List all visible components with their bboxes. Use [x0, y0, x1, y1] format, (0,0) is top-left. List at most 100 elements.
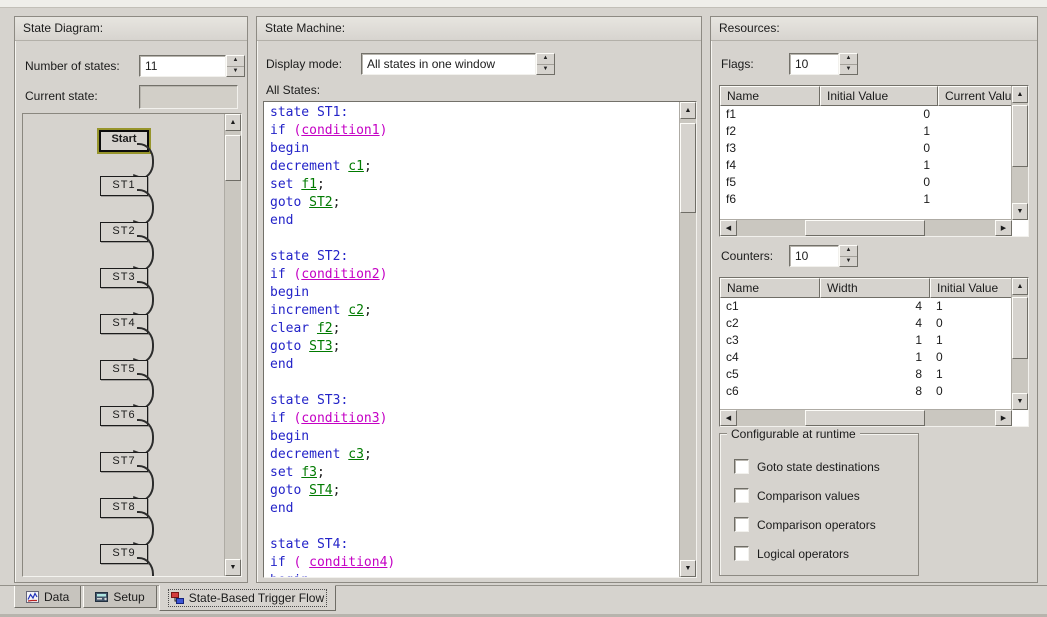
column-header-initial-value[interactable]: Initial Value: [820, 86, 938, 106]
spin-up-icon[interactable]: ▲: [227, 56, 244, 66]
goto-state-destinations-checkbox[interactable]: [734, 459, 749, 474]
scroll-track[interactable]: [737, 220, 995, 236]
table-row[interactable]: c141: [720, 298, 1012, 315]
all-states-row: All States:: [266, 81, 320, 99]
table-row[interactable]: f61: [720, 191, 1012, 208]
code-token: if: [270, 267, 293, 282]
logical-operators-checkbox[interactable]: [734, 546, 749, 561]
cell: 1: [820, 349, 930, 366]
table-row[interactable]: c240: [720, 315, 1012, 332]
comparison-operators-checkbox[interactable]: [734, 517, 749, 532]
checkbox-row-comparison-values[interactable]: Comparison values: [720, 481, 918, 510]
spin-down-icon[interactable]: ▼: [537, 64, 554, 75]
flags-table-hscrollbar[interactable]: ◀▶: [720, 219, 1012, 236]
cell: f6: [720, 191, 820, 208]
table-row[interactable]: f10: [720, 106, 1012, 123]
scroll-right-button[interactable]: ▶: [995, 220, 1012, 236]
counters-spinner[interactable]: 10 ▲▼: [789, 245, 858, 267]
spin-up-icon[interactable]: ▲: [537, 54, 554, 64]
display-mode-combo[interactable]: All states in one window ▲▼: [361, 53, 555, 75]
code-token: (: [293, 555, 309, 570]
table-row[interactable]: c581: [720, 366, 1012, 383]
scroll-up-button[interactable]: ▲: [225, 114, 241, 131]
code-token: ;: [333, 321, 341, 336]
tab-data[interactable]: Data: [14, 586, 81, 608]
flags-table-vscrollbar[interactable]: ▲▼: [1011, 86, 1028, 220]
spin-down-icon[interactable]: ▼: [840, 64, 857, 75]
scroll-right-button[interactable]: ▶: [995, 410, 1012, 426]
display-mode-dropdown-buttons[interactable]: ▲▼: [536, 53, 555, 75]
number-of-states-value[interactable]: 11: [139, 55, 226, 77]
flags-value[interactable]: 10: [789, 53, 839, 75]
column-header-width[interactable]: Width: [820, 278, 930, 298]
scroll-thumb[interactable]: [805, 220, 925, 236]
scroll-down-button[interactable]: ▼: [225, 559, 241, 576]
scroll-track[interactable]: [225, 131, 241, 559]
cell: [938, 157, 1012, 174]
scroll-thumb[interactable]: [1012, 297, 1028, 359]
runtime-checkbox-list: Goto state destinations Comparison values…: [720, 452, 918, 568]
scroll-thumb[interactable]: [680, 123, 696, 213]
number-of-states-spinner[interactable]: 11 ▲▼: [139, 55, 245, 77]
code-line: begin: [270, 428, 680, 446]
column-header-name[interactable]: Name: [720, 278, 820, 298]
counters-spin-buttons[interactable]: ▲▼: [839, 245, 858, 267]
state-diagram-scrollbar[interactable]: ▲▼: [224, 114, 241, 576]
scroll-up-button[interactable]: ▲: [1012, 86, 1028, 103]
checkbox-row-logical-operators[interactable]: Logical operators: [720, 539, 918, 568]
cell: 1: [820, 332, 930, 349]
spin-down-icon[interactable]: ▼: [840, 256, 857, 267]
table-row[interactable]: f41: [720, 157, 1012, 174]
counters-value[interactable]: 10: [789, 245, 839, 267]
counters-table-hscrollbar[interactable]: ◀▶: [720, 409, 1012, 426]
state-machine-code[interactable]: state ST1:if (condition1)begindecrement …: [264, 102, 680, 577]
state-machine-panel-title: State Machine:: [257, 17, 701, 41]
scroll-down-button[interactable]: ▼: [1012, 393, 1028, 410]
cell: 1: [820, 191, 938, 208]
scroll-up-button[interactable]: ▲: [1012, 278, 1028, 295]
scroll-thumb[interactable]: [805, 410, 925, 426]
table-row[interactable]: f21: [720, 123, 1012, 140]
tab-state-based-trigger-flow[interactable]: State-Based Trigger Flow: [159, 585, 336, 611]
checkbox-label: Comparison values: [757, 489, 860, 503]
table-row[interactable]: f50: [720, 174, 1012, 191]
code-token: goto: [270, 195, 309, 210]
scroll-thumb[interactable]: [225, 135, 241, 181]
column-header-initial-value[interactable]: Initial Value: [930, 278, 1012, 298]
scroll-thumb[interactable]: [1012, 105, 1028, 167]
counters-table-vscrollbar[interactable]: ▲▼: [1011, 278, 1028, 410]
table-row[interactable]: c680: [720, 383, 1012, 400]
checkbox-row-goto-state-destinations[interactable]: Goto state destinations: [720, 452, 918, 481]
column-header-name[interactable]: Name: [720, 86, 820, 106]
table-row[interactable]: c311: [720, 332, 1012, 349]
cell: 0: [820, 140, 938, 157]
display-mode-value[interactable]: All states in one window: [361, 53, 536, 75]
scroll-down-button[interactable]: ▼: [680, 560, 696, 577]
spin-up-icon[interactable]: ▲: [840, 246, 857, 256]
spin-down-icon[interactable]: ▼: [227, 66, 244, 77]
column-header-current-value[interactable]: Current Value: [938, 86, 1012, 106]
scroll-down-button[interactable]: ▼: [1012, 203, 1028, 220]
scroll-track[interactable]: [680, 119, 696, 560]
spin-up-icon[interactable]: ▲: [840, 54, 857, 64]
scroll-track[interactable]: [1012, 295, 1028, 393]
scroll-left-button[interactable]: ◀: [720, 410, 737, 426]
cell: 0: [930, 383, 1012, 400]
comparison-values-checkbox[interactable]: [734, 488, 749, 503]
flags-spinner[interactable]: 10 ▲▼: [789, 53, 858, 75]
tab-inner: State-Based Trigger Flow: [169, 590, 326, 606]
scroll-track[interactable]: [1012, 103, 1028, 203]
checkbox-row-comparison-operators[interactable]: Comparison operators: [720, 510, 918, 539]
cell: 4: [820, 298, 930, 315]
number-of-states-spin-buttons[interactable]: ▲▼: [226, 55, 245, 77]
scroll-track[interactable]: [737, 410, 995, 426]
flags-spin-buttons[interactable]: ▲▼: [839, 53, 858, 75]
table-row[interactable]: f30: [720, 140, 1012, 157]
table-row[interactable]: c410: [720, 349, 1012, 366]
resources-panel: Resources: Flags: 10 ▲▼ NameInitial Valu…: [710, 16, 1038, 583]
scroll-up-button[interactable]: ▲: [680, 102, 696, 119]
scroll-left-button[interactable]: ◀: [720, 220, 737, 236]
current-state-label: Current state:: [25, 89, 98, 103]
tab-setup[interactable]: Setup: [83, 586, 156, 608]
code-scrollbar[interactable]: ▲▼: [679, 102, 696, 577]
